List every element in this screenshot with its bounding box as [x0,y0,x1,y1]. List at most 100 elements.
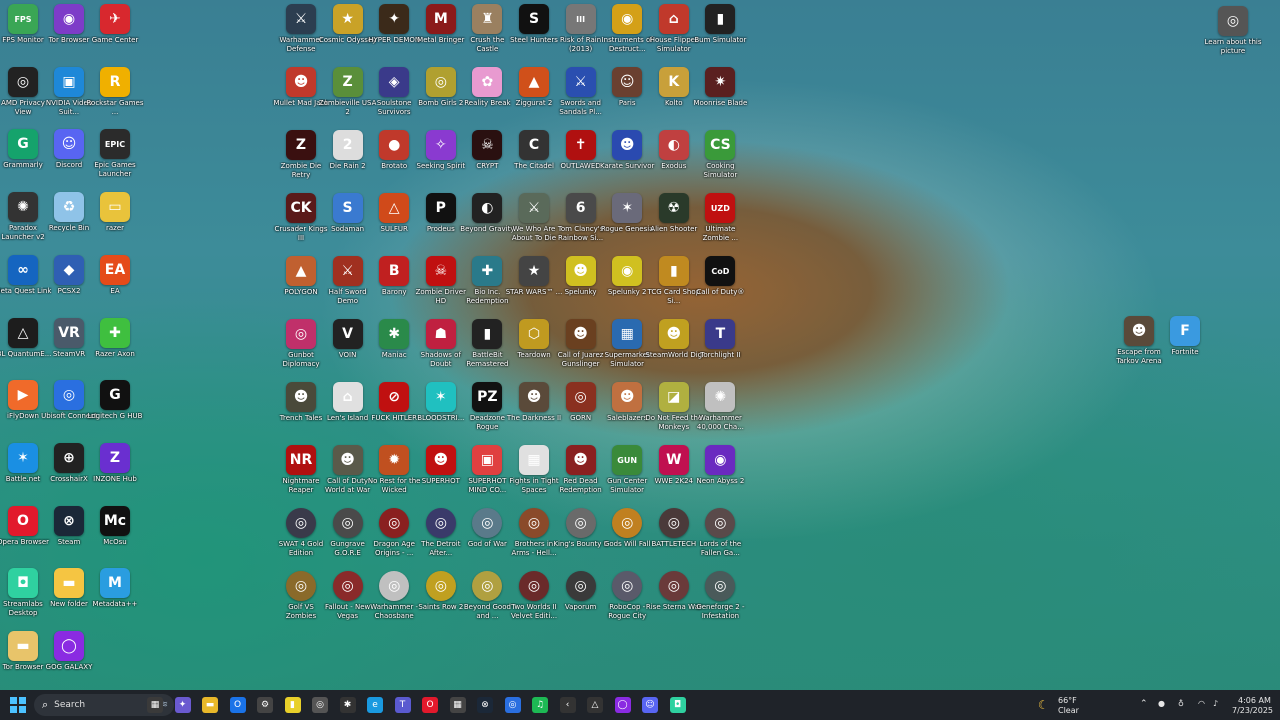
show-hidden-icons-button[interactable]: ⌃ [1140,699,1148,709]
app-icon: F [1170,316,1200,346]
app-icon: ◎ [565,508,596,538]
volume-icon[interactable]: ♪ [1213,699,1218,708]
desktop-icon[interactable]: CS Cooking Simulator [691,130,749,180]
spotify-icon[interactable]: ♫ [532,697,548,713]
app-icon: ▦ [612,319,643,349]
desktop-icon[interactable]: ✚ Razer Axon [86,317,144,359]
app-icon: ♻ [54,192,84,223]
desktop-icon[interactable]: Z INZONE Hub [86,442,144,484]
desktop-icon[interactable]: CoD Call of Duty® [691,256,749,297]
app-icon: ◎ [425,571,456,601]
app-icon: Z [332,67,363,97]
app-icon: ✶ [612,193,643,223]
steam-icon[interactable]: ⊗ [477,697,493,713]
file-explorer-icon[interactable]: ▬ [202,697,218,713]
outlook-icon[interactable]: O [229,697,246,713]
desktop-icon[interactable]: R Rockstar Games ... [86,66,144,117]
app-icon: ✈ [100,4,130,34]
ubisoft-icon[interactable]: ◎ [504,697,521,713]
app-icon: ◎ [8,66,38,97]
app-icon: G [100,380,130,411]
clock-time[interactable]: 4:06 AM [1238,696,1271,705]
desktop-icon-label: Razer Axon [95,349,135,358]
app-icon[interactable]: △ [587,697,603,713]
app-icon: R [100,66,130,97]
app-icon: ◎ [612,508,643,538]
settings-icon[interactable]: ⚙ [257,697,273,713]
opera-icon[interactable]: O [422,697,438,713]
app-icon: ◎ [379,508,410,538]
desktop-icon[interactable]: ◎ Geneforge 2 - Infestation [691,571,749,621]
desktop-icon-label: Fortnite [1171,348,1199,356]
windows-logo-icon [10,697,26,713]
copilot-icon[interactable]: ✦ [174,697,191,713]
app-icon: EA [100,254,130,285]
app-icon: ◉ [705,445,736,475]
start-button[interactable] [10,697,26,713]
app-icon[interactable]: ◎ [312,697,328,713]
desktop-icon[interactable]: ◎ Learn about this picture [1204,6,1262,56]
wifi-icon[interactable]: ◠ [1198,699,1205,708]
app-icon: C [519,130,549,160]
app-icon: NR [286,445,316,475]
discord-icon[interactable]: ☺ [642,697,658,713]
desktop-icon[interactable]: EA EA [86,254,144,296]
app-icon: GUN [612,445,643,475]
app-icon: ⚔ [565,67,596,97]
desktop-icon[interactable]: EPIC Epic Games Launcher [86,129,144,179]
clock-date[interactable]: 7/23/2025 [1232,706,1273,715]
weather-desc[interactable]: Clear [1058,706,1079,715]
app-icon: ✚ [100,317,130,348]
desktop-icon[interactable]: M Metadata++ [86,568,144,609]
desktop-icon[interactable]: G Logitech G HUB [86,380,144,421]
app-icon: ☻ [612,382,643,412]
gog-icon[interactable]: ◯ [614,697,631,713]
desktop-icon[interactable]: ◯ GOG GALAXY [40,631,98,672]
desktop-icon-label: Bum Simulator [694,36,747,44]
desktop-icon[interactable]: ▭ razer [86,192,144,233]
desktop-icon-label: EA [110,286,120,295]
app-icon: ☠ [425,256,456,286]
desktop-icon[interactable]: ◎ Lords of the Fallen Ga... [691,508,749,558]
desktop-icon[interactable]: UZD Ultimate Zombie ... [691,193,749,243]
desktop-icon[interactable]: T Torchlight II [691,319,749,360]
tray-app-icon[interactable]: ● [1158,699,1165,708]
edge-icon[interactable]: e [367,697,383,713]
sticky-notes-icon[interactable]: ▮ [284,697,301,713]
app-icon: ▣ [54,66,84,97]
desktop-icon-label: razer [105,224,125,233]
app-icon: ◯ [54,631,84,661]
desktop-icon[interactable]: ▮ Bum Simulator [691,4,749,45]
desktop-icon[interactable]: ◉ Neon Abyss 2 [691,445,749,486]
teams-icon[interactable]: T [394,697,411,713]
app-icon[interactable]: ‹ [559,697,576,713]
app-icon[interactable]: ▦ [449,697,466,713]
weather-temp[interactable]: 66°F [1058,696,1077,705]
taskbar: ⌕ Search ≋ ▦ ✦ ▬ O ⚙ ▮ ◎ ✱ e T O ▦ ⊗ ◎ ♫ ‹ △ ◯ ☺ ◘ ☾ 66°F C… [0,690,1280,720]
desktop-icon-label: Metadata++ [92,600,138,609]
app-icon: ☻ [1124,316,1154,346]
desktop-icon[interactable]: F Fortnite [1156,316,1214,357]
app-icon: CS [705,130,736,160]
app-icon: S [519,4,549,34]
app-icon: ☺ [54,129,84,160]
taskview-icon[interactable]: ▦ [147,697,163,713]
desktop-icon[interactable]: Mc McOsu [86,505,144,547]
app-icon: ✧ [425,130,456,160]
desktop-icon[interactable]: ✈ Game Center [86,4,144,45]
app-icon: ☻ [565,319,596,349]
network-tray-icon[interactable]: ♁ [1178,699,1184,708]
app-icon: ▮ [705,4,736,34]
streamlabs-icon[interactable]: ◘ [669,697,686,713]
app-icon: Mc [100,505,130,536]
app-icon: 2 [332,130,363,160]
desktop-icon[interactable]: ✺ Warhammer 40,000 Cha... [691,382,749,432]
app-icon: ◎ [472,571,503,601]
app-icon: △ [379,193,410,223]
app-icon: ● [379,130,410,160]
app-icon: ◎ [565,571,596,601]
desktop-icon[interactable]: ✷ Moonrise Blade [691,67,749,108]
desktop-icon-label: Epic Games Launcher [94,161,136,179]
app-icon: ◎ [565,382,596,412]
app-icon[interactable]: ✱ [339,697,356,713]
